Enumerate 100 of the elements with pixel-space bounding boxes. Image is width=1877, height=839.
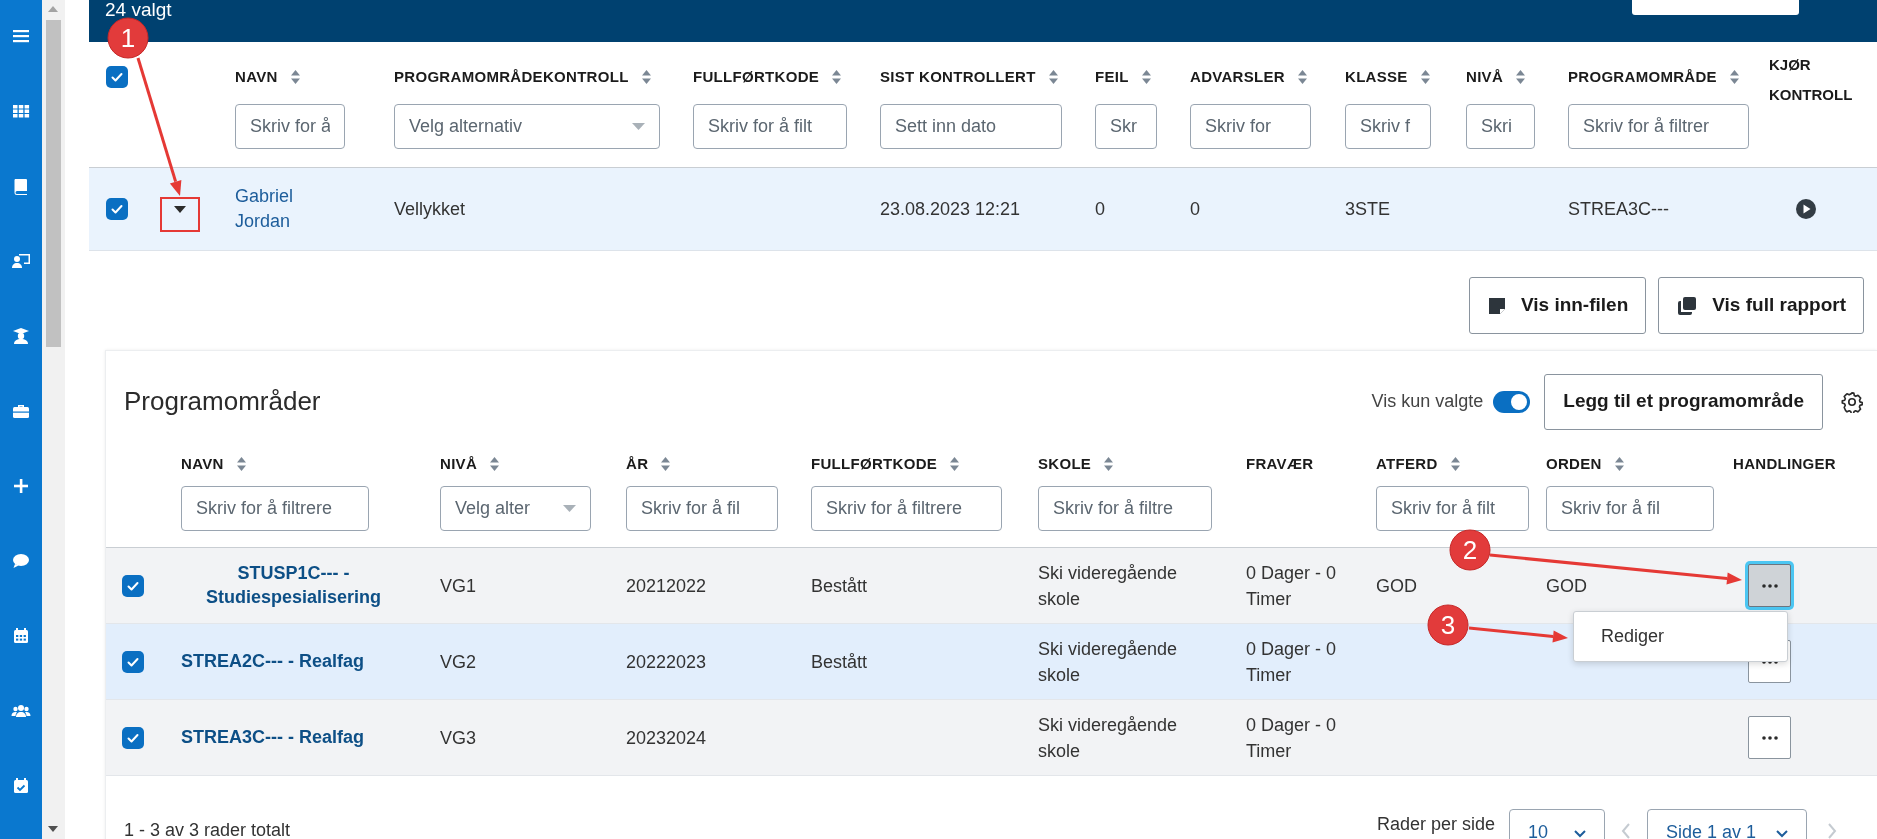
sort-icon[interactable] [289,69,301,85]
more-icon [1760,583,1779,588]
table-cell: 3STE [1345,198,1391,219]
checkbox[interactable] [122,650,144,673]
table-cell-text: GOD [1376,574,1418,598]
table-cell: 0 [1190,198,1200,219]
table-cell-text: 20232024 [626,726,708,750]
filter-field[interactable]: Skriv for å filtrere [811,486,1002,531]
filter-dropdown[interactable]: Velg alternativ [394,104,660,149]
sort-icon[interactable] [1613,456,1625,472]
column-header: ORDEN [1546,453,1602,474]
sort-icon[interactable] [1728,69,1740,85]
plus-icon[interactable] [11,476,31,496]
table-cell-text: 0 Dager - 0 Timer [1246,713,1338,763]
more-button[interactable] [1748,564,1791,607]
table-cell-text: 20222023 [626,650,708,674]
table-cell: 23.08.2023 12:21 [880,198,1021,219]
sort-icon[interactable] [1419,69,1431,85]
student-link[interactable]: Gabriel Jordan [235,184,315,234]
filter-field[interactable]: Skriv for å fil [1546,486,1714,531]
sort-icon[interactable] [1296,69,1308,85]
number-badge: 1 [107,17,149,59]
filter-field[interactable]: Skriv f [1345,104,1431,149]
number-badge: 3 [1427,604,1469,646]
scrollbar-thumb[interactable] [46,20,61,347]
column-header: PROGRAMOMRÅDEKONTROLL [394,66,629,87]
copy-icon [1676,294,1699,317]
table-row[interactable]: STREA3C--- - Realfag VG3 20232024 Ski videregående skole 0 Dager - 0 Timer [106,700,1877,776]
filter-field[interactable]: Skriv for å filtre [1038,486,1212,531]
checkbox[interactable] [122,574,144,597]
chat-icon[interactable] [11,551,31,571]
presenter-icon[interactable] [11,251,31,271]
table-cell-text: VG1 [440,574,478,598]
table-cell-text: 0 Dager - 0 Timer [1246,561,1338,611]
sort-icon[interactable] [489,456,501,472]
add-button[interactable]: Legg til et programområde [1544,373,1823,430]
table-row[interactable]: Gabriel Jordan Vellykket 23.08.2023 12:21 0 0 3STE STREA3C--- [89,168,1877,251]
column-header: SIST KONTROLLERT [880,66,1036,87]
column-header: KJØR KONTROLL [1769,55,1854,105]
checkbox[interactable] [106,198,128,220]
column-header: NIVÅ [1466,66,1504,87]
scroll-up-icon[interactable] [48,6,58,12]
toggle-label: Vis kun valgte [1371,390,1484,413]
sort-icon[interactable] [831,69,843,85]
sort-icon[interactable] [949,456,961,472]
scrollbar[interactable] [42,0,65,839]
filter-field[interactable]: Skriv for [1190,104,1311,149]
sort-icon[interactable] [1140,69,1152,85]
table-cell-text: VG3 [440,726,478,750]
check-icon [110,70,124,84]
program-link[interactable]: STREA3C--- - Realfag [181,725,364,749]
sort-icon[interactable] [1103,456,1115,472]
filter-field[interactable]: Skriv for å filt [693,104,847,149]
checkbox[interactable] [122,726,144,749]
play-icon[interactable] [1795,198,1817,220]
sort-icon[interactable] [1449,456,1461,472]
sort-icon[interactable] [640,69,652,85]
toggle-switch[interactable] [1493,390,1531,413]
column-header: KLASSE [1345,66,1408,87]
calendar-icon[interactable] [11,626,31,646]
filter-field[interactable]: Skriv for å filt [1376,486,1529,531]
highlight-frame [160,197,200,232]
filter-field[interactable]: Skr [1095,104,1157,149]
more-button[interactable] [1748,716,1791,759]
graduate-icon[interactable] [11,326,31,346]
column-header: ADVARSLER [1190,66,1285,87]
filter-field[interactable]: Sett inn dato [880,104,1062,149]
caret-down-icon [173,205,186,213]
filter-field[interactable]: Skriv for å filtrer [1568,104,1749,149]
check-icon [110,202,124,216]
rows-per-page-label: Rader per side [1376,813,1495,836]
sort-icon[interactable] [235,456,247,472]
table-cell: 0 [1095,198,1105,219]
column-header: FRAVÆR [1246,453,1314,474]
page-select[interactable]: Side 1 av 1 [1647,809,1807,839]
table-cell-text: Ski videregående skole [1038,561,1179,611]
filter-field[interactable]: Skri [1466,104,1535,149]
calendar-check-icon[interactable] [11,776,31,796]
rows-per-page-select[interactable]: 10 [1509,809,1605,839]
sort-icon[interactable] [660,456,672,472]
table-cell-text: 20212022 [626,574,708,598]
table-cell: STREA3C--- [1568,198,1669,219]
checkbox[interactable] [106,66,128,88]
chevron-down-icon [1776,830,1788,838]
column-header: NIVÅ [440,453,478,474]
sort-icon[interactable] [1047,69,1059,85]
program-link[interactable]: STREA2C--- - Realfag [181,649,364,673]
table-cell-text: Ski videregående skole [1038,713,1179,763]
column-header: FULLFØRTKODE [693,66,820,87]
report-button[interactable]: Vis inn-filen [1468,277,1647,334]
column-header: HANDLINGER [1733,453,1836,474]
table-cell-text: Ski videregående skole [1038,637,1179,687]
filter-dropdown[interactable]: Velg alter [440,486,591,531]
scroll-down-icon[interactable] [48,826,58,832]
sort-icon[interactable] [1515,69,1527,85]
filter-field[interactable]: Skriv for å fil [626,486,778,531]
program-link[interactable]: STUSP1C--- - Studiespesialisering [181,561,406,609]
report-button[interactable]: Vis full rapport [1658,277,1864,334]
settings-icon[interactable] [1841,390,1863,413]
filter-field[interactable]: Skriv for å filtrere [181,486,369,531]
